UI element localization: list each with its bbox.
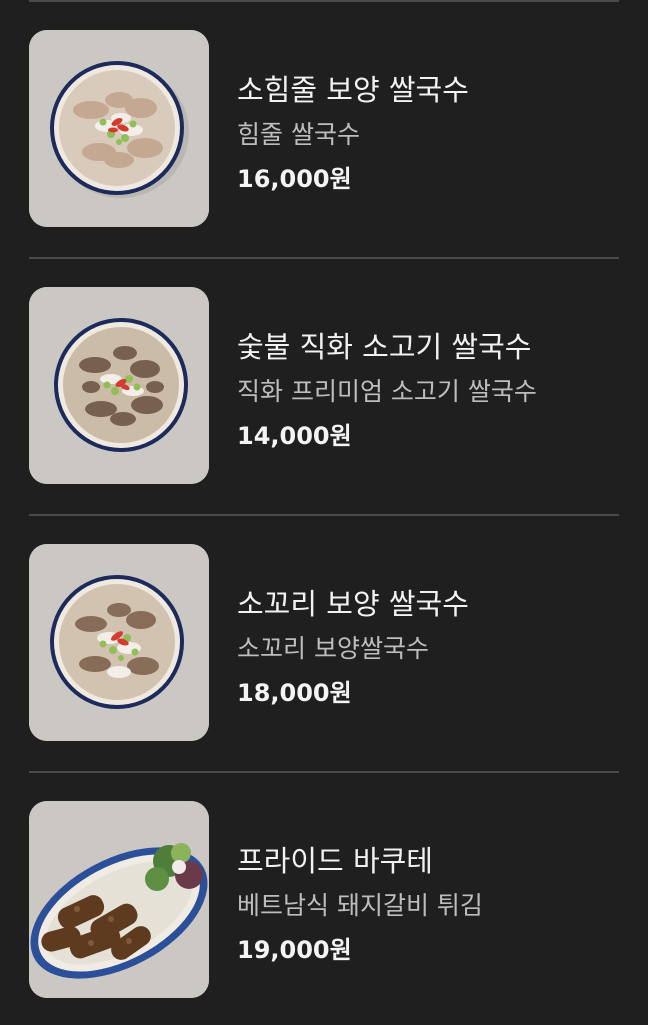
menu-item-description: 직화 프리미엄 소고기 쌀국수 xyxy=(237,377,537,406)
menu-item-name: 숯불 직화 소고기 쌀국수 xyxy=(237,330,532,364)
menu-item[interactable]: 프라이드 바쿠테 베트남식 돼지갈비 튀김 19,000원 xyxy=(0,772,648,1025)
menu-item-price: 14,000원 xyxy=(237,422,352,450)
menu-item-price: 16,000원 xyxy=(237,165,352,193)
menu-item-name: 소꼬리 보양 쌀국수 xyxy=(237,587,469,621)
menu-item-name: 소힘줄 보양 쌀국수 xyxy=(237,73,469,107)
menu-list: 소힘줄 보양 쌀국수 힘줄 쌀국수 16,000원 숯불 직화 소고기 쌀국수 … xyxy=(0,0,648,1025)
pho-bowl-image xyxy=(29,30,209,227)
pho-bowl-image xyxy=(29,544,209,741)
menu-item-image[interactable] xyxy=(29,287,209,484)
menu-item-name: 프라이드 바쿠테 xyxy=(237,844,433,878)
menu-item-description: 베트남식 돼지갈비 튀김 xyxy=(237,891,483,920)
fried-ribs-platter-image xyxy=(29,801,209,998)
menu-item-image[interactable] xyxy=(29,544,209,741)
menu-item-description: 힘줄 쌀국수 xyxy=(237,120,360,149)
menu-item-image[interactable] xyxy=(29,801,209,998)
menu-item-price: 18,000원 xyxy=(237,679,352,707)
menu-item[interactable]: 소꼬리 보양 쌀국수 소꼬리 보양쌀국수 18,000원 xyxy=(0,515,648,772)
menu-item[interactable]: 소힘줄 보양 쌀국수 힘줄 쌀국수 16,000원 xyxy=(0,1,648,258)
menu-item[interactable]: 숯불 직화 소고기 쌀국수 직화 프리미엄 소고기 쌀국수 14,000원 xyxy=(0,258,648,515)
menu-item-image[interactable] xyxy=(29,30,209,227)
pho-bowl-image xyxy=(29,287,209,484)
menu-item-price: 19,000원 xyxy=(237,936,352,964)
menu-item-description: 소꼬리 보양쌀국수 xyxy=(237,634,429,663)
